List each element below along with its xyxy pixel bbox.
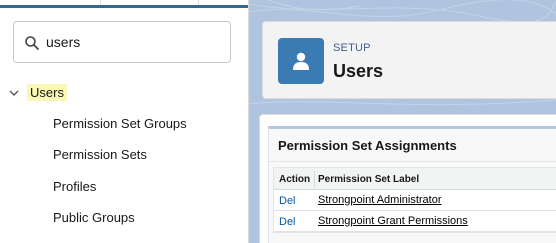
page-title: Users (333, 61, 384, 81)
permission-set-link[interactable]: Strongpoint Grant Permissions (318, 215, 468, 227)
active-tab-indicator (0, 5, 248, 8)
sidebar-item-permission-set-groups[interactable]: Permission Set Groups (53, 116, 187, 131)
permission-set-link[interactable]: Strongpoint Administrator (318, 194, 442, 206)
table-header: Action Permission Set Label (274, 168, 556, 190)
delete-link[interactable]: Del (279, 216, 296, 228)
column-header-action: Action (279, 174, 311, 185)
main-content: SETUP Users Permission Set Assignments A… (249, 0, 556, 243)
table-row: Del Strongpoint Administrator (274, 190, 556, 211)
search-icon (25, 36, 39, 50)
section-title: Permission Set Assignments (278, 138, 457, 153)
quick-find-box[interactable] (13, 21, 231, 63)
assignments-table: Action Permission Set Label Del Strongpo… (273, 167, 556, 233)
permission-set-assignments-section: Permission Set Assignments Action Permis… (268, 126, 556, 243)
sidebar-item-public-groups[interactable]: Public Groups (53, 210, 135, 225)
content-card: Permission Set Assignments Action Permis… (259, 114, 556, 243)
column-divider (314, 171, 315, 187)
delete-link[interactable]: Del (279, 195, 296, 207)
table-row: Del Strongpoint Grant Permissions (274, 211, 556, 232)
setup-sidebar: Users Permission Set Groups Permission S… (0, 9, 248, 243)
user-glyph (293, 52, 309, 70)
section-divider (269, 161, 556, 162)
column-header-permission-set-label[interactable]: Permission Set Label (318, 174, 419, 185)
sidebar-item-permission-sets[interactable]: Permission Sets (53, 147, 147, 162)
quick-find-input[interactable] (46, 32, 221, 52)
sidebar-item-profiles[interactable]: Profiles (53, 179, 96, 194)
chevron-down-icon[interactable] (8, 87, 20, 99)
user-icon (278, 38, 324, 84)
tree-node-label[interactable]: Users (27, 84, 67, 101)
page-eyebrow: SETUP (333, 42, 371, 54)
page-header: SETUP Users (262, 21, 556, 99)
tree-node-users[interactable]: Users (0, 81, 248, 105)
